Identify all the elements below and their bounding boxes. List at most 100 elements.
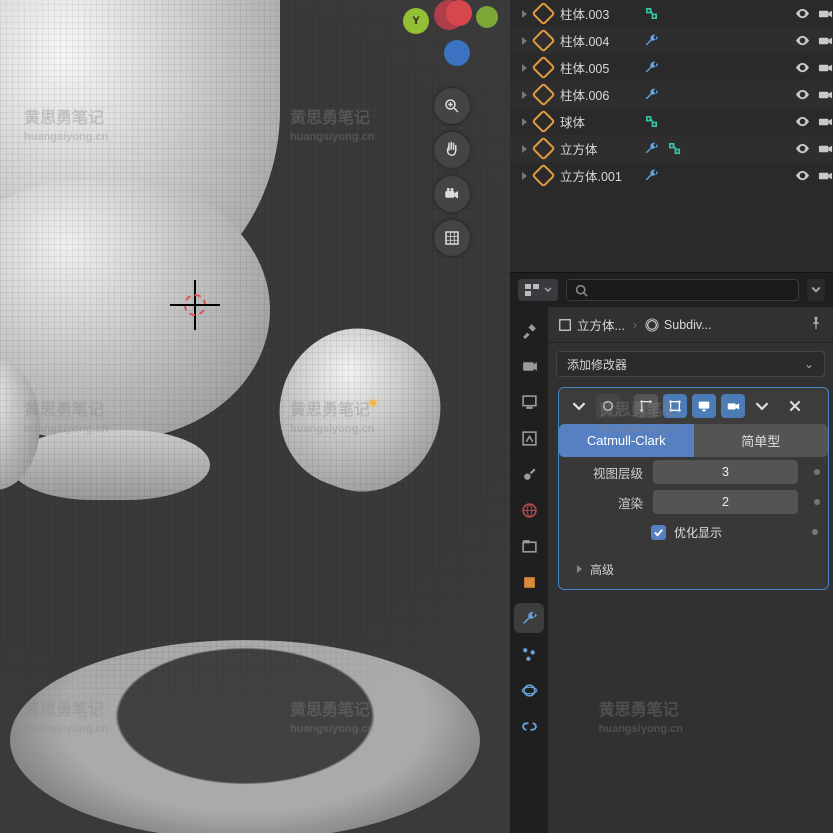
- visibility-icon[interactable]: [795, 60, 810, 75]
- outliner-row[interactable]: 柱体.005: [510, 54, 833, 81]
- editor-type-dropdown[interactable]: [518, 279, 558, 301]
- tab-constraints[interactable]: [514, 711, 544, 741]
- tab-physics[interactable]: [514, 675, 544, 705]
- render-levels-input[interactable]: 2: [653, 490, 798, 514]
- collapse-icon[interactable]: [567, 394, 591, 418]
- outliner[interactable]: 柱体.003 柱体.004 柱体.005 柱体.00: [510, 0, 833, 273]
- renderable-icon[interactable]: [818, 87, 833, 102]
- right-panels: 柱体.003 柱体.004 柱体.005 柱体.00: [510, 0, 833, 833]
- visibility-icon[interactable]: [795, 33, 810, 48]
- extras-dropdown-icon[interactable]: [750, 394, 774, 418]
- axis-pos[interactable]: [476, 6, 498, 28]
- show-in-editmode-icon[interactable]: [663, 394, 687, 418]
- viewport-3d[interactable]: 黄思勇笔记huangsiyong.cn 黄思勇笔记huangsiyong.cn …: [0, 0, 510, 833]
- axis-y[interactable]: Y: [403, 8, 429, 34]
- show-on-cage-icon[interactable]: [634, 394, 658, 418]
- renderable-icon[interactable]: [818, 168, 833, 183]
- animate-dot[interactable]: [814, 499, 820, 505]
- visibility-icon[interactable]: [795, 114, 810, 129]
- disclosure-icon[interactable]: [522, 118, 527, 126]
- visibility-icon[interactable]: [795, 168, 810, 183]
- mesh-icon: [531, 136, 555, 160]
- viewport-levels-field: 视图层级 3: [559, 457, 828, 487]
- tab-catmull-clark[interactable]: Catmull-Clark: [559, 424, 694, 457]
- outliner-row[interactable]: 立方体.001: [510, 162, 833, 189]
- modifier-icon[interactable]: [644, 33, 659, 48]
- properties-search[interactable]: [566, 279, 799, 301]
- tab-collection[interactable]: [514, 531, 544, 561]
- tab-simple[interactable]: 简单型: [694, 424, 829, 457]
- axis-z[interactable]: [444, 40, 470, 66]
- renderable-icon[interactable]: [818, 114, 833, 129]
- outliner-label: 柱体.003: [560, 4, 636, 23]
- disclosure-icon[interactable]: [522, 37, 527, 45]
- outliner-row[interactable]: 柱体.004: [510, 27, 833, 54]
- animate-dot[interactable]: [812, 529, 818, 535]
- origin-dot: [370, 400, 376, 406]
- modifier-icon[interactable]: [644, 168, 659, 183]
- outliner-label: 立方体: [560, 139, 636, 158]
- delete-modifier-icon[interactable]: [783, 394, 807, 418]
- tab-particles[interactable]: [514, 639, 544, 669]
- disclosure-icon[interactable]: [522, 145, 527, 153]
- add-modifier-dropdown[interactable]: 添加修改器 ⌄: [556, 351, 825, 377]
- add-modifier-label: 添加修改器: [567, 356, 627, 373]
- outliner-label: 柱体.006: [560, 85, 636, 104]
- disclosure-icon[interactable]: [522, 64, 527, 72]
- tab-render[interactable]: [514, 351, 544, 381]
- tab-tool[interactable]: [514, 315, 544, 345]
- vertexgroup-icon[interactable]: [644, 6, 659, 21]
- viewport-levels-input[interactable]: 3: [653, 460, 798, 484]
- tab-viewlayer[interactable]: [514, 423, 544, 453]
- modifier-type-icon[interactable]: [596, 394, 620, 418]
- modifier-icon[interactable]: [644, 60, 659, 75]
- outliner-row[interactable]: 柱体.003: [510, 0, 833, 27]
- outliner-row[interactable]: 球体: [510, 108, 833, 135]
- renderable-icon[interactable]: [818, 33, 833, 48]
- axis-x[interactable]: [446, 0, 472, 26]
- tab-object[interactable]: [514, 567, 544, 597]
- renderable-icon[interactable]: [818, 6, 833, 21]
- show-in-render-icon[interactable]: [721, 394, 745, 418]
- outliner-row[interactable]: 立方体: [510, 135, 833, 162]
- options-dropdown[interactable]: [807, 279, 825, 301]
- visibility-icon[interactable]: [795, 141, 810, 156]
- tab-output[interactable]: [514, 387, 544, 417]
- outliner-label: 柱体.005: [560, 58, 636, 77]
- advanced-section[interactable]: 高级: [559, 555, 828, 583]
- disclosure-icon[interactable]: [522, 10, 527, 18]
- outliner-row[interactable]: 柱体.006: [510, 81, 833, 108]
- tab-scene[interactable]: [514, 459, 544, 489]
- nav-gizmo[interactable]: Y: [406, 0, 498, 256]
- pan-button[interactable]: [434, 132, 470, 168]
- camera-button[interactable]: [434, 176, 470, 212]
- watermark: 黄思勇笔记huangsiyong.cn: [599, 700, 683, 738]
- properties-tabs: [510, 307, 548, 833]
- disclosure-icon[interactable]: [522, 91, 527, 99]
- perspective-button[interactable]: [434, 220, 470, 256]
- optimal-display-row: 优化显示: [559, 517, 828, 547]
- animate-dot[interactable]: [814, 469, 820, 475]
- breadcrumb-modifier[interactable]: Subdiv...: [645, 318, 712, 332]
- modifier-icon[interactable]: [644, 87, 659, 102]
- vertexgroup-icon[interactable]: [667, 141, 682, 156]
- orbit-gizmo[interactable]: Y: [406, 0, 498, 80]
- optimal-display-checkbox[interactable]: [651, 525, 666, 540]
- vertexgroup-icon[interactable]: [644, 114, 659, 129]
- pin-icon[interactable]: [809, 316, 823, 333]
- show-in-viewport-icon[interactable]: [692, 394, 716, 418]
- visibility-icon[interactable]: [795, 6, 810, 21]
- renderable-icon[interactable]: [818, 60, 833, 75]
- mesh-icon: [531, 163, 555, 187]
- outliner-label: 立方体.001: [560, 166, 636, 185]
- disclosure-icon[interactable]: [522, 172, 527, 180]
- renderable-icon[interactable]: [818, 141, 833, 156]
- breadcrumb-object[interactable]: 立方体...: [558, 315, 625, 334]
- tab-world[interactable]: [514, 495, 544, 525]
- tab-modifiers[interactable]: [514, 603, 544, 633]
- mesh-icon: [531, 82, 555, 106]
- zoom-button[interactable]: [434, 88, 470, 124]
- render-levels-field: 渲染 2: [559, 487, 828, 517]
- modifier-icon[interactable]: [644, 141, 659, 156]
- visibility-icon[interactable]: [795, 87, 810, 102]
